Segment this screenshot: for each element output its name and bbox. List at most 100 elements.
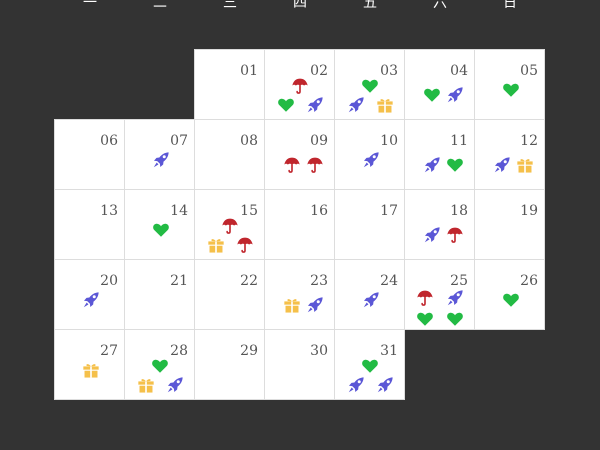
rocket-icon[interactable] xyxy=(423,226,441,244)
day-number: 21 xyxy=(170,273,188,289)
day-cell-12[interactable]: 12 xyxy=(474,119,545,190)
heart-icon[interactable] xyxy=(361,77,379,95)
umbrella-icon[interactable] xyxy=(291,77,309,95)
day-number: 18 xyxy=(450,203,468,219)
heart-icon[interactable] xyxy=(446,156,464,174)
day-cell-03[interactable]: 03 xyxy=(334,49,405,120)
rocket-icon[interactable] xyxy=(376,376,394,394)
day-number: 19 xyxy=(520,203,538,219)
day-cell-10[interactable]: 10 xyxy=(334,119,405,190)
day-number: 01 xyxy=(240,63,258,79)
calendar-view: 一 二 三 四 五 六 日 01 02 03 04 05 06 07 08 09 10 11 12 13… xyxy=(0,0,600,450)
day-number: 16 xyxy=(310,203,328,219)
day-cell-04[interactable]: 04 xyxy=(404,49,475,120)
umbrella-icon[interactable] xyxy=(306,156,324,174)
day-cell-19[interactable]: 19 xyxy=(474,189,545,260)
day-number: 07 xyxy=(170,133,188,149)
day-number: 13 xyxy=(100,203,118,219)
rocket-icon[interactable] xyxy=(306,96,324,114)
rocket-icon[interactable] xyxy=(493,156,511,174)
heart-icon[interactable] xyxy=(361,357,379,375)
rocket-icon[interactable] xyxy=(446,289,464,307)
day-number: 27 xyxy=(100,343,118,359)
day-cell-16[interactable]: 16 xyxy=(264,189,335,260)
weekday-thu: 四 xyxy=(293,0,307,11)
rocket-icon[interactable] xyxy=(347,376,365,394)
day-cell-29[interactable]: 29 xyxy=(194,329,265,400)
heart-icon[interactable] xyxy=(416,310,434,328)
rocket-icon[interactable] xyxy=(362,151,380,169)
rocket-icon[interactable] xyxy=(152,151,170,169)
day-number: 12 xyxy=(520,133,538,149)
umbrella-icon[interactable] xyxy=(416,289,434,307)
heart-icon[interactable] xyxy=(277,96,295,114)
day-number: 24 xyxy=(380,273,398,289)
day-cell-24[interactable]: 24 xyxy=(334,259,405,330)
day-cell-31[interactable]: 31 xyxy=(334,329,405,400)
day-cell-05[interactable]: 05 xyxy=(474,49,545,120)
day-number: 26 xyxy=(520,273,538,289)
rocket-icon[interactable] xyxy=(82,291,100,309)
heart-icon[interactable] xyxy=(446,310,464,328)
heart-icon[interactable] xyxy=(152,221,170,239)
weekday-mon: 一 xyxy=(83,0,97,11)
rocket-icon[interactable] xyxy=(423,156,441,174)
day-cell-23[interactable]: 23 xyxy=(264,259,335,330)
umbrella-icon[interactable] xyxy=(236,236,254,254)
day-cell-28[interactable]: 28 xyxy=(124,329,195,400)
umbrella-icon[interactable] xyxy=(283,156,301,174)
rocket-icon[interactable] xyxy=(446,86,464,104)
umbrella-icon[interactable] xyxy=(446,226,464,244)
day-cell-07[interactable]: 07 xyxy=(124,119,195,190)
day-cell-09[interactable]: 09 xyxy=(264,119,335,190)
day-number: 29 xyxy=(240,343,258,359)
day-number: 25 xyxy=(450,273,468,289)
day-cell-27[interactable]: 27 xyxy=(54,329,125,400)
heart-icon[interactable] xyxy=(423,86,441,104)
day-cell-22[interactable]: 22 xyxy=(194,259,265,330)
weekday-tue: 二 xyxy=(153,0,167,11)
day-number: 20 xyxy=(100,273,118,289)
day-cell-01[interactable]: 01 xyxy=(194,49,265,120)
heart-icon[interactable] xyxy=(502,81,520,99)
day-number: 22 xyxy=(240,273,258,289)
day-cell-15[interactable]: 15 xyxy=(194,189,265,260)
day-cell-11[interactable]: 11 xyxy=(404,119,475,190)
rocket-icon[interactable] xyxy=(362,291,380,309)
gift-icon[interactable] xyxy=(207,236,225,254)
day-cell-02[interactable]: 02 xyxy=(264,49,335,120)
day-number: 06 xyxy=(100,133,118,149)
rocket-icon[interactable] xyxy=(347,96,365,114)
day-number: 11 xyxy=(450,133,468,149)
gift-icon[interactable] xyxy=(283,296,301,314)
weekday-fri: 五 xyxy=(363,0,377,11)
day-cell-21[interactable]: 21 xyxy=(124,259,195,330)
day-cell-08[interactable]: 08 xyxy=(194,119,265,190)
day-cell-25[interactable]: 25 xyxy=(404,259,475,330)
gift-icon[interactable] xyxy=(137,376,155,394)
weekday-sat: 六 xyxy=(433,0,447,11)
day-cell-13[interactable]: 13 xyxy=(54,189,125,260)
day-number: 10 xyxy=(380,133,398,149)
rocket-icon[interactable] xyxy=(166,376,184,394)
gift-icon[interactable] xyxy=(516,156,534,174)
weekday-sun: 日 xyxy=(503,0,517,11)
heart-icon[interactable] xyxy=(502,291,520,309)
umbrella-icon[interactable] xyxy=(221,217,239,235)
day-cell-18[interactable]: 18 xyxy=(404,189,475,260)
day-cell-30[interactable]: 30 xyxy=(264,329,335,400)
rocket-icon[interactable] xyxy=(306,296,324,314)
day-cell-17[interactable]: 17 xyxy=(334,189,405,260)
day-cell-26[interactable]: 26 xyxy=(474,259,545,330)
day-number: 08 xyxy=(240,133,258,149)
gift-icon[interactable] xyxy=(376,96,394,114)
day-cell-06[interactable]: 06 xyxy=(54,119,125,190)
day-number: 17 xyxy=(380,203,398,219)
day-number: 14 xyxy=(170,203,188,219)
day-number: 09 xyxy=(310,133,328,149)
day-cell-20[interactable]: 20 xyxy=(54,259,125,330)
gift-icon[interactable] xyxy=(82,361,100,379)
heart-icon[interactable] xyxy=(151,357,169,375)
day-number: 04 xyxy=(450,63,468,79)
day-cell-14[interactable]: 14 xyxy=(124,189,195,260)
